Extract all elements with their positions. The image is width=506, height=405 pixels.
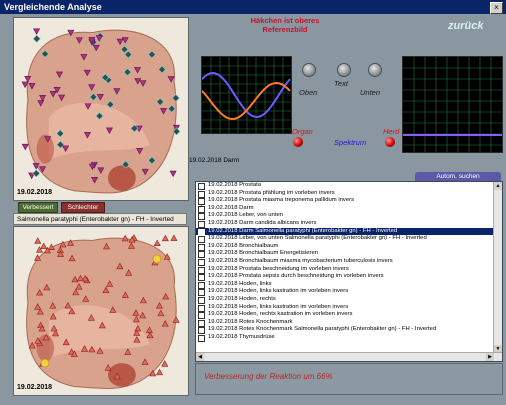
scroll-up-icon[interactable]: ▲ (494, 182, 502, 190)
list-item[interactable]: 19.02.2018 Darm (196, 204, 502, 213)
herd-label: Herd (383, 127, 400, 136)
list-item-text: 19.02.2018 Hoden, links kastration im vo… (208, 288, 349, 295)
list-item-text: 19.02.2018 Prostata beschneidung im vorl… (208, 265, 349, 272)
list-item-text: 19.02.2018 Rotes Knochenmark Salmonella … (208, 326, 437, 333)
reference-note: Häkchen ist oberes Referenzbild (250, 16, 320, 34)
list-item-text: 19.02.2018 Hoden, rechts kastration im v… (208, 311, 353, 318)
organ-label: Organ (292, 127, 313, 136)
analysis-list: 19.02.2018 Prostata 19.02.2018 Prostata p… (195, 181, 503, 362)
analysis-window: Vergleichende Analyse × 19.02.2018 Verbe… (0, 0, 506, 405)
list-item[interactable]: 19.02.2018 Leber, von unten Salmonella p… (196, 235, 502, 244)
close-button[interactable]: × (490, 2, 503, 14)
list-item[interactable]: 19.02.2018 Thymusdrüse (196, 334, 502, 342)
herd-indicator (385, 137, 395, 147)
list-item[interactable]: 19.02.2018 Rotes Knochenmark (196, 319, 502, 327)
window-title: Vergleichende Analyse (4, 2, 102, 12)
bottom-organ-image: 19.02.2018 (13, 226, 189, 396)
bottom-image-label: Salmonella paratyphi (Enterobakter gn) -… (13, 213, 187, 225)
list-item[interactable]: 19.02.2018 Prostata sepsis durch beschne… (196, 273, 502, 282)
list-item[interactable]: 19.02.2018 Hoden, links kastration im vo… (196, 288, 502, 297)
list-item[interactable]: 19.02.2018 Hoden, rechts kastration im v… (196, 311, 502, 320)
list-item-text: 19.02.2018 Hoden, links (208, 280, 272, 287)
list-item-text: 19.02.2018 Thymusdrüse (208, 333, 275, 340)
list-item-text: 19.02.2018 Bronchialbaum miasma mycobact… (208, 257, 393, 264)
current-date: 19.02.2018 (189, 157, 222, 164)
list-item-text: 19.02.2018 Darm Salmonella paratyphi (En… (208, 227, 398, 234)
unten-radio[interactable] (368, 63, 382, 77)
list-item[interactable]: 19.02.2018 Darm candida albicans invers (196, 220, 502, 228)
scroll-right-icon[interactable]: ▶ (486, 353, 494, 361)
list-item[interactable]: 19.02.2018 Prostata beschneidung im vorl… (196, 266, 502, 274)
list-item[interactable]: 19.02.2018 Prostata (196, 182, 502, 190)
bottom-image-date: 19.02.2018 (17, 384, 53, 391)
worse-button[interactable]: Schlechter (61, 202, 105, 213)
waveform-display-left (201, 56, 292, 134)
list-item-text: 19.02.2018 Bronchialbaum Energetisieren (208, 250, 319, 257)
spektrum-label: Spektrum (334, 138, 367, 147)
organ-indicator (293, 137, 303, 147)
current-organ: Darm (223, 157, 240, 164)
list-item-text: 19.02.2018 Prostata (208, 182, 262, 188)
list-item-text: 19.02.2018 Darm candida albicans invers (208, 219, 317, 226)
title-bar: Vergleichende Analyse × (0, 0, 506, 14)
top-image-date: 19.02.2018 (17, 189, 53, 196)
list-item-text: 19.02.2018 Rotes Knochenmark (208, 318, 293, 325)
list-item-text: 19.02.2018 Leber, von unten Salmonella p… (208, 235, 427, 242)
list-item[interactable]: 19.02.2018 Bronchialbaum (196, 243, 502, 251)
colon-image-top (14, 18, 188, 200)
colon-image-bottom (14, 227, 188, 395)
oben-radio[interactable] (302, 63, 316, 77)
status-panel: Verbesserung der Reaktion um 66% (195, 363, 503, 395)
horizontal-scrollbar[interactable]: ◀ ▶ (196, 352, 502, 361)
list-item[interactable]: 19.02.2018 Hoden, rechts (196, 296, 502, 304)
list-item[interactable]: 19.02.2018 Leber, von unten (196, 212, 502, 221)
list-item-text: 19.02.2018 Bronchialbaum (208, 242, 279, 249)
list-rows: 19.02.2018 Prostata 19.02.2018 Prostata p… (196, 182, 502, 342)
list-item-text: 19.02.2018 Leber, von unten (208, 212, 284, 219)
list-item-text: 19.02.2018 Hoden, rechts (208, 295, 276, 302)
text-label: Text (334, 79, 348, 88)
top-organ-image: 19.02.2018 (13, 17, 189, 201)
list-item[interactable]: 19.02.2018 Bronchialbaum miasma mycobact… (196, 258, 502, 266)
list-item[interactable]: 19.02.2018 Hoden, links kastration im vo… (196, 304, 502, 312)
list-item[interactable]: 19.02.2018 Prostata miasma treponema pal… (196, 197, 502, 206)
list-item-checkbox[interactable] (198, 334, 205, 342)
list-item[interactable]: 19.02.2018 Rotes Knochenmark Salmonella … (196, 326, 502, 335)
improved-button[interactable]: Verbessert (18, 202, 58, 213)
back-button[interactable]: zurück (448, 20, 483, 32)
current-selection: 19.02.2018 Darm (189, 157, 239, 164)
status-text: Verbesserung der Reaktion um 66% (204, 372, 333, 381)
list-item[interactable]: 19.02.2018 Hoden, links (196, 281, 502, 289)
list-item-text: 19.02.2018 Prostata miasma treponema pal… (208, 197, 355, 204)
vertical-scrollbar[interactable]: ▲ ▼ (493, 182, 502, 353)
waveform-display-right (402, 56, 503, 153)
list-item-text: 19.02.2018 Prostata sepsis durch beschne… (208, 273, 384, 280)
unten-label: Unten (360, 88, 381, 97)
list-item-text: 19.02.2018 Prostata pfählung im vorleben… (208, 189, 335, 196)
list-item[interactable]: 19.02.2018 Bronchialbaum Energetisieren (196, 250, 502, 259)
oben-label: Oben (299, 88, 318, 97)
text-radio[interactable] (337, 63, 351, 77)
list-item-text: 19.02.2018 Darm (208, 204, 254, 211)
list-item-text: 19.02.2018 Hoden, links kastration im vo… (208, 303, 349, 310)
scroll-left-icon[interactable]: ◀ (196, 353, 204, 361)
list-item[interactable]: 19.02.2018 Prostata pfählung im vorleben… (196, 190, 502, 198)
list-item[interactable]: 19.02.2018 Darm Salmonella paratyphi (En… (196, 227, 502, 236)
